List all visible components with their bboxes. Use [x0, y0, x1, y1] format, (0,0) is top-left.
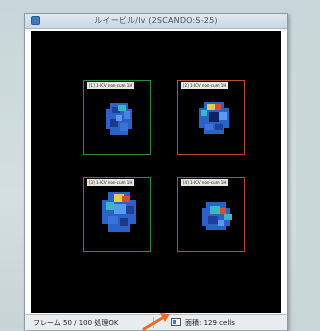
window-title: ルイービル/lv (2SCANDO:S-25) — [94, 16, 218, 25]
cell-image-3 — [102, 192, 136, 232]
area-status-text: 面積: 129 cells — [185, 319, 235, 327]
roi-box-3[interactable]: [3] 1-ICV non-cum 1H — [83, 177, 151, 252]
title-bar[interactable]: ルイービル/lv (2SCANDO:S-25) — [25, 14, 287, 29]
roi-box-2[interactable]: [2] 1-ICV non-cum 1H — [177, 80, 245, 155]
cell-image-2 — [199, 102, 229, 134]
cell-image-1 — [106, 103, 132, 135]
image-canvas[interactable]: [1] 1-ICV non-cum 1H [2] 1-ICV non-cum 1… — [31, 31, 281, 313]
roi-label-3: [3] 1-ICV non-cum 1H — [87, 179, 135, 186]
roi-label-2: [2] 1-ICV non-cum 1H — [181, 82, 229, 89]
roi-box-1[interactable]: [1] 1-ICV non-cum 1H — [83, 80, 151, 155]
cell-image-4 — [202, 202, 232, 230]
pointer-arrow-icon — [142, 313, 170, 331]
roi-box-4[interactable]: [4] 1-ICV non-cum 1H — [177, 177, 245, 252]
roi-label-1: [1] 1-ICV non-cum 1H — [87, 82, 135, 89]
frame-status-text: フレーム 50 / 100 処理OK — [33, 319, 119, 327]
roi-label-4: [4] 1-ICV non-cum 1H — [181, 179, 229, 186]
viewer-window: ルイービル/lv (2SCANDO:S-25) [1] 1-ICV non-cu… — [24, 13, 288, 330]
